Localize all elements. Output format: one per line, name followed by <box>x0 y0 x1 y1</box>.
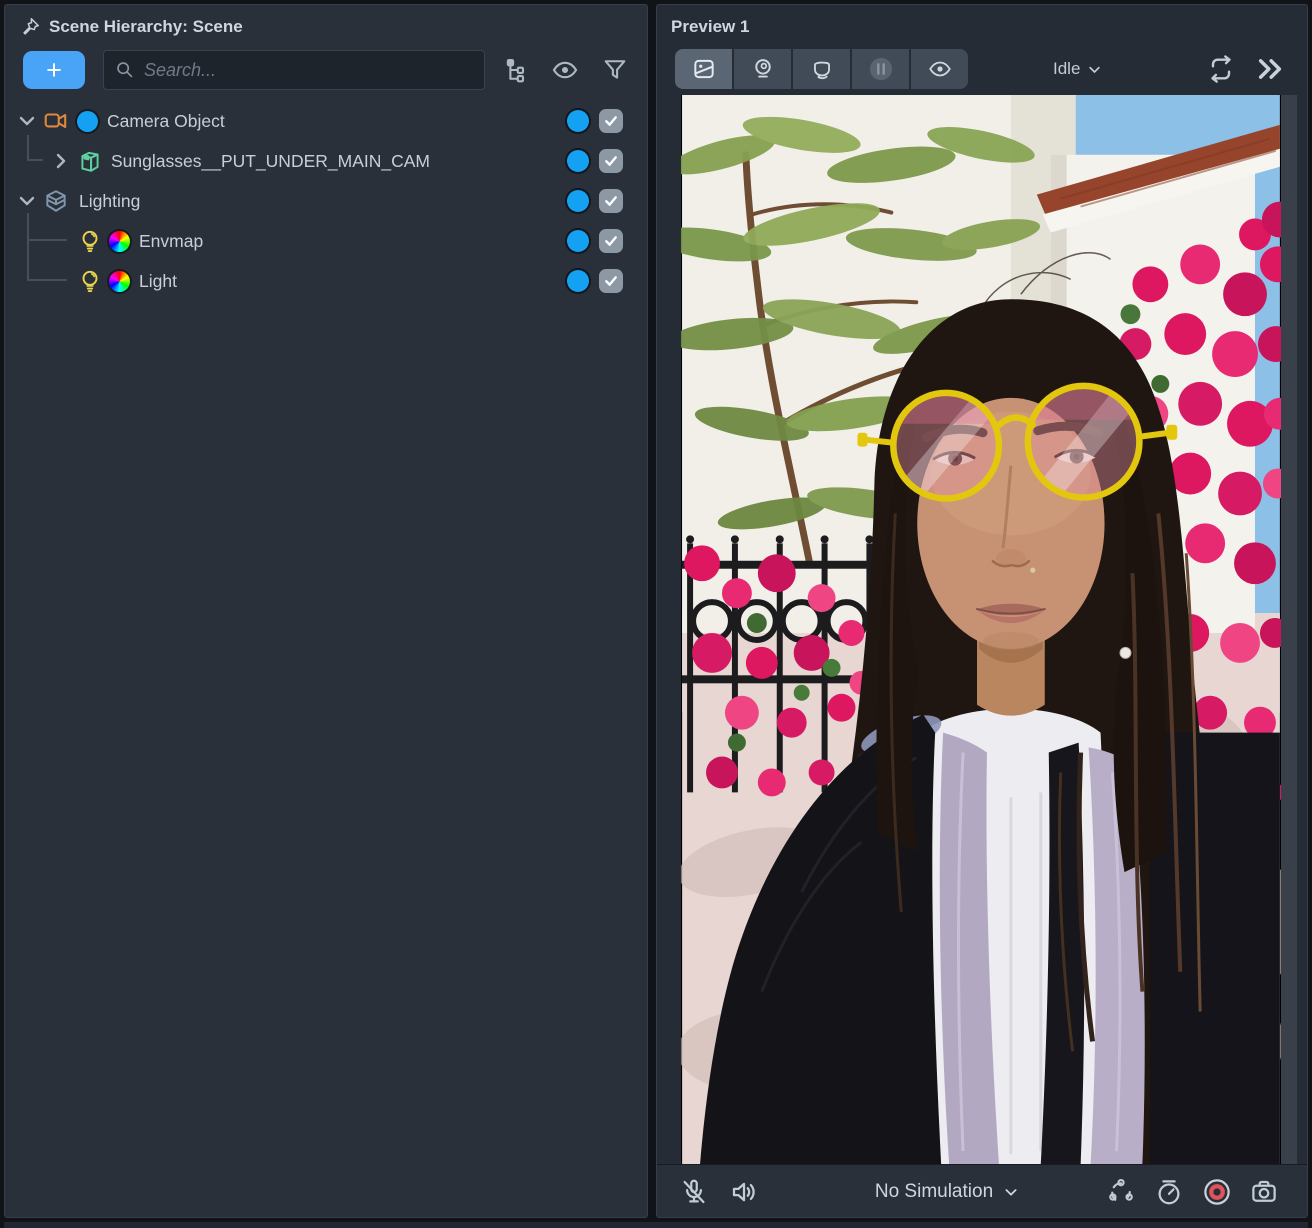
image-source-button[interactable] <box>675 49 732 89</box>
visibility-dot[interactable] <box>567 190 589 212</box>
nose-ring <box>1030 567 1036 573</box>
tree-row-camera-object[interactable]: Camera Object <box>5 101 647 141</box>
chevron-down-icon[interactable] <box>15 109 39 133</box>
preview-scrollbar[interactable] <box>1281 95 1297 1164</box>
scene-tree: Camera Object Sunglasses__PUT_UNDER_MAIN… <box>5 101 647 301</box>
tree-row-lighting[interactable]: Lighting <box>5 181 647 221</box>
idle-state-dropdown[interactable]: Idle <box>1053 49 1102 89</box>
scene-panel-title: Scene Hierarchy: Scene <box>49 17 243 36</box>
tree-item-label: Camera Object <box>107 111 225 131</box>
pearl-earring <box>1119 646 1132 659</box>
preview-bottom-toolbar: No Simulation <box>657 1164 1307 1217</box>
pause-button[interactable] <box>852 49 909 89</box>
preview-panel: Preview 1 Idle No Simulation <box>656 4 1308 1218</box>
head-rotation-icon <box>813 61 830 80</box>
preview-image <box>681 95 1281 1164</box>
color-wheel-icon <box>109 271 130 292</box>
head-rotation-button[interactable] <box>793 49 850 89</box>
tree-row-light[interactable]: Light <box>5 261 647 301</box>
chevron-down-icon[interactable] <box>15 189 39 213</box>
preview-eye-button[interactable] <box>911 49 968 89</box>
visibility-dot[interactable] <box>567 150 589 172</box>
preview-toolbar <box>675 49 968 89</box>
tree-item-label: Lighting <box>79 191 141 211</box>
check-icon <box>605 156 617 166</box>
double-chevron-right-button[interactable] <box>1255 55 1285 83</box>
microphone-muted-button[interactable] <box>679 1177 709 1207</box>
eye-icon <box>928 61 951 77</box>
image-source-icon <box>693 59 714 79</box>
snapshot-camera-button[interactable] <box>1249 1177 1279 1207</box>
scene-panel-header: Scene Hierarchy: Scene <box>19 13 243 41</box>
preview-panel-header: Preview 1 <box>671 13 749 41</box>
record-button[interactable] <box>1202 1177 1232 1207</box>
check-icon <box>605 276 617 286</box>
enabled-checkbox[interactable] <box>599 109 623 133</box>
enabled-checkbox[interactable] <box>599 149 623 173</box>
filter-funnel-button[interactable] <box>601 56 629 84</box>
preview-panel-title: Preview 1 <box>671 17 750 36</box>
idle-state-label: Idle <box>1053 59 1081 78</box>
visibility-dot[interactable] <box>567 270 589 292</box>
check-icon <box>605 196 617 206</box>
add-object-button[interactable]: + <box>23 51 85 89</box>
webcam-icon <box>754 59 771 78</box>
check-icon <box>605 116 617 126</box>
preview-viewport[interactable] <box>681 95 1281 1164</box>
stopwatch-button[interactable] <box>1154 1177 1184 1207</box>
light-bulb-icon <box>82 230 98 252</box>
check-icon <box>605 236 617 246</box>
chevron-right-icon[interactable] <box>49 149 73 173</box>
scene-hierarchy-panel: Scene Hierarchy: Scene + Search... Camer… <box>4 4 648 1218</box>
tree-item-label: Light <box>139 271 177 291</box>
enabled-checkbox[interactable] <box>599 189 623 213</box>
tree-row-sunglasses[interactable]: Sunglasses__PUT_UNDER_MAIN_CAM <box>5 141 647 181</box>
mesh-box-icon <box>81 151 99 172</box>
tree-item-label: Envmap <box>139 231 204 251</box>
bottom-panel-edge <box>4 1222 1308 1228</box>
search-icon <box>117 62 133 78</box>
enabled-checkbox[interactable] <box>599 269 623 293</box>
chevron-down-icon <box>1089 66 1101 73</box>
pin-icon <box>23 17 40 35</box>
visibility-dot[interactable] <box>567 110 589 132</box>
chevron-down-icon <box>1005 1188 1017 1196</box>
webcam-source-button[interactable] <box>734 49 791 89</box>
visibility-dot[interactable] <box>567 230 589 252</box>
search-box[interactable] <box>103 50 485 90</box>
tree-row-envmap[interactable]: Envmap <box>5 221 647 261</box>
refresh-icon-button[interactable] <box>1205 53 1237 85</box>
camera-icon <box>44 113 67 128</box>
tree-view-icon-button[interactable] <box>502 56 530 84</box>
color-wheel-icon <box>109 231 130 252</box>
search-input[interactable] <box>144 59 474 81</box>
scene-toolbar: + <box>5 45 647 97</box>
enabled-checkbox[interactable] <box>599 229 623 253</box>
simulation-label: No Simulation <box>874 1180 994 1202</box>
simulation-dropdown[interactable]: No Simulation <box>807 1165 1087 1218</box>
eye-visibility-button[interactable] <box>551 56 579 84</box>
orbit-dots-button[interactable] <box>1106 1177 1136 1207</box>
tree-item-label: Sunglasses__PUT_UNDER_MAIN_CAM <box>111 151 430 171</box>
cube-icon <box>46 190 66 212</box>
light-bulb-icon <box>82 270 98 292</box>
camera-badge-dot <box>77 111 98 132</box>
pause-icon <box>869 57 892 81</box>
speaker-button[interactable] <box>729 1177 759 1207</box>
